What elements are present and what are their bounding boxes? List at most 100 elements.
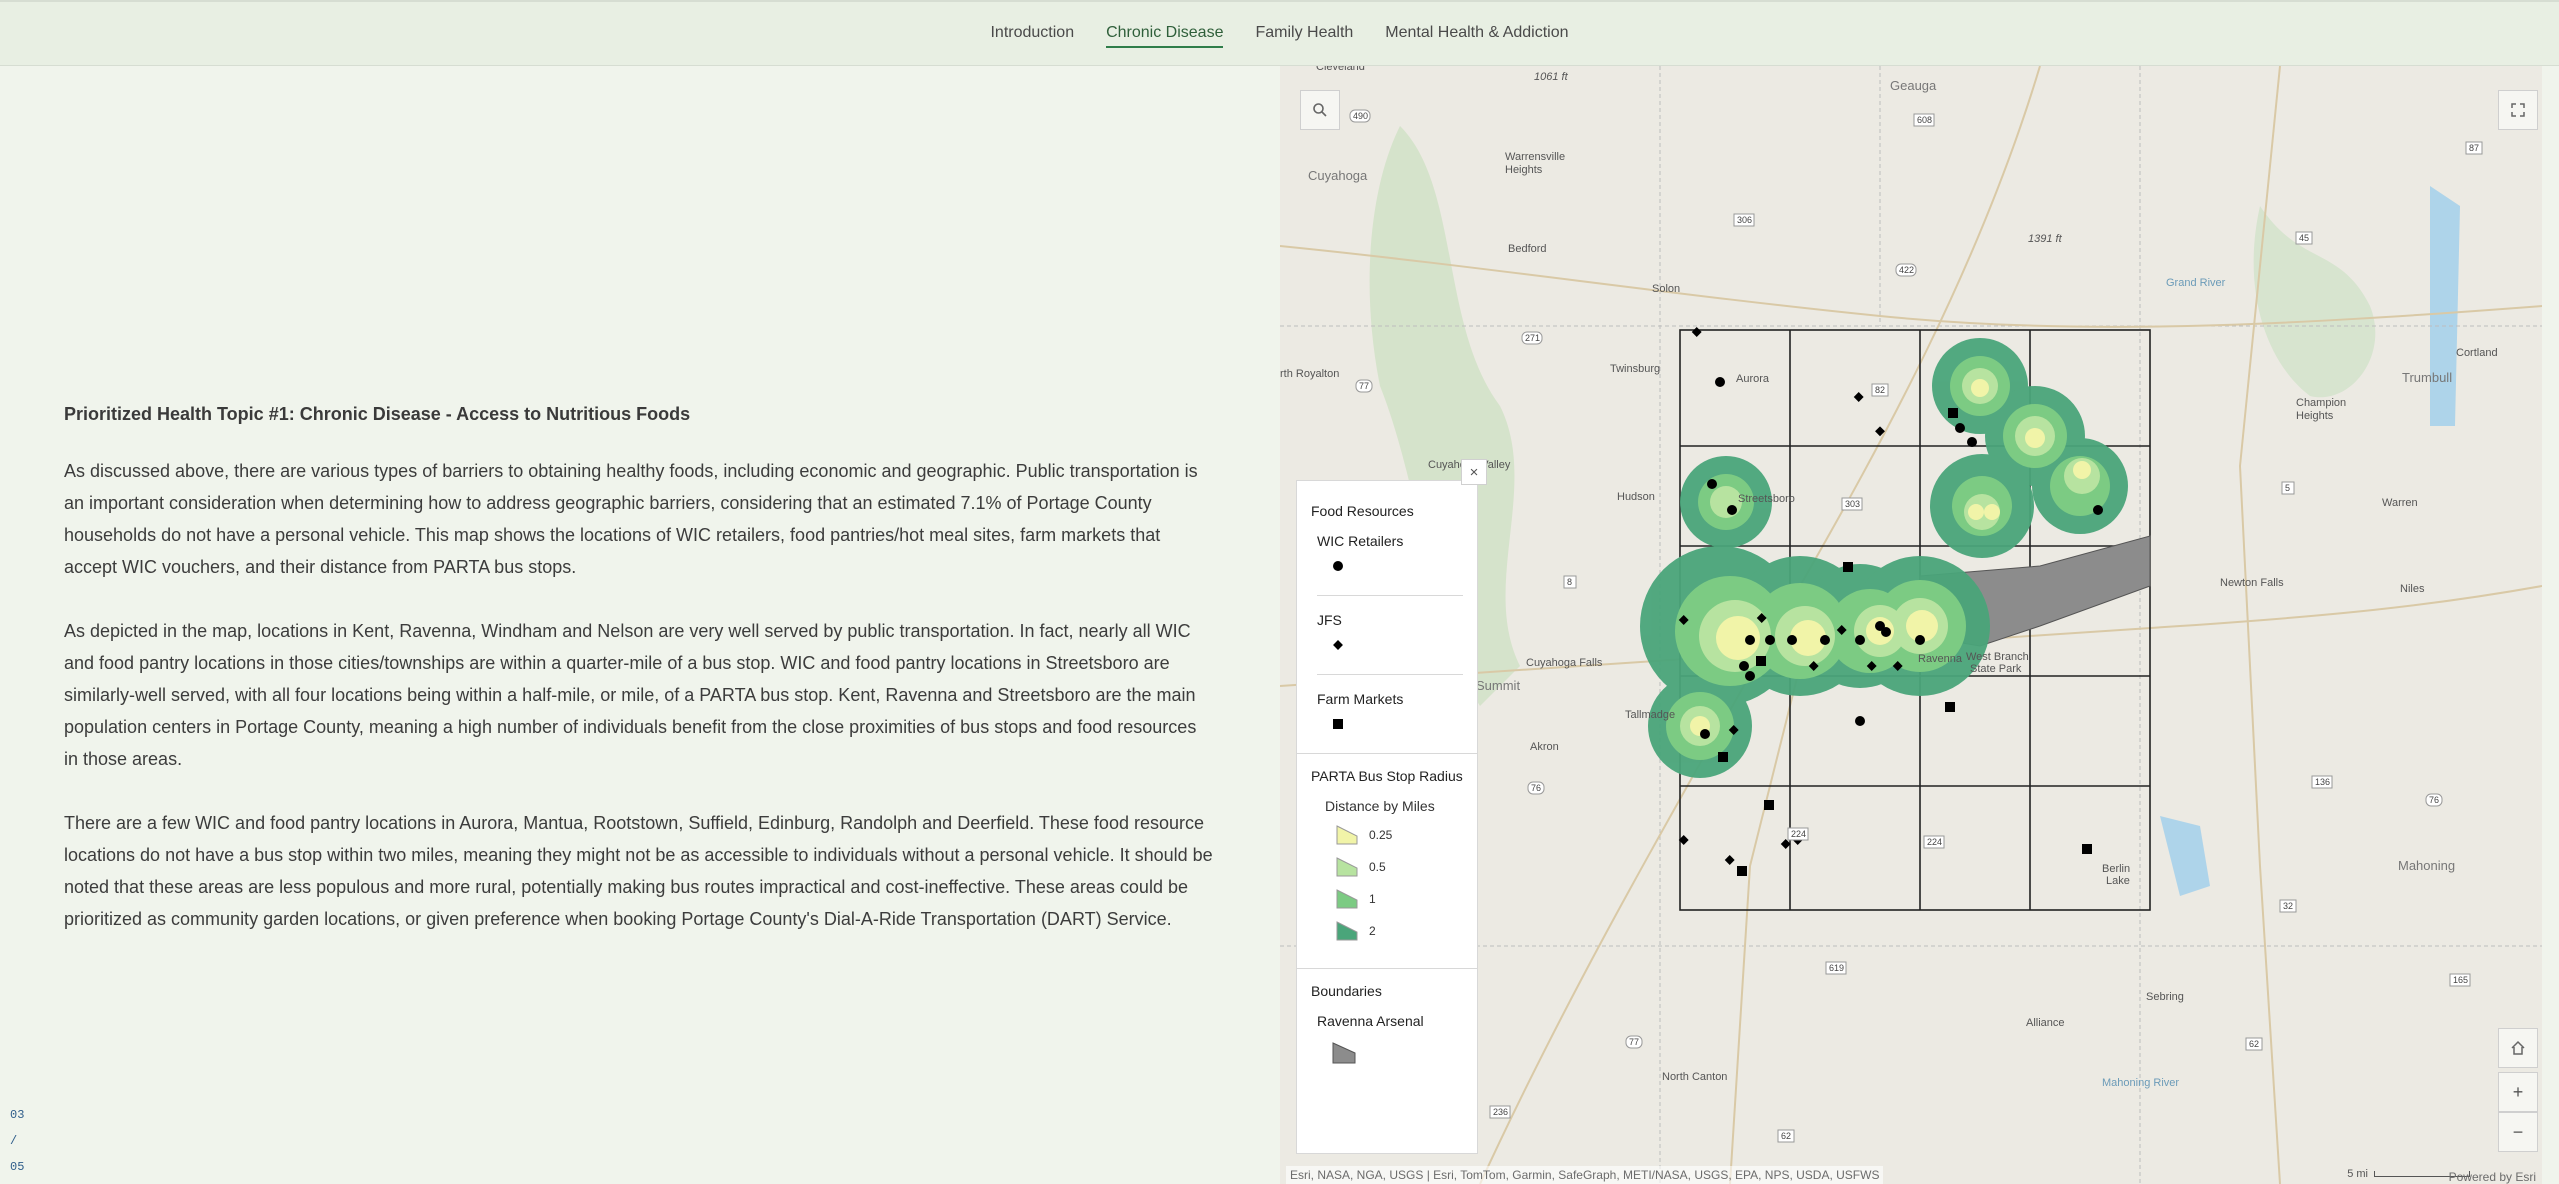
paragraph-3: There are a few WIC and food pantry loca… [64, 813, 1213, 929]
svg-text:8: 8 [1567, 577, 1572, 587]
svg-text:224: 224 [1927, 837, 1942, 847]
paragraph-2: As depicted in the map, locations in Ken… [64, 621, 1197, 769]
legend-close-button[interactable]: × [1461, 459, 1487, 485]
svg-text:Cleveland: Cleveland [1316, 66, 1365, 73]
legend-divider [1317, 595, 1463, 596]
radius-item-1: 1 [1335, 888, 1477, 910]
jfs-diamond-symbol [1331, 638, 1477, 654]
legend-food-title: Food Resources [1311, 503, 1414, 519]
svg-text:77: 77 [1629, 1037, 1639, 1047]
scale-label: 5 mi [2347, 1168, 2368, 1180]
svg-text:306: 306 [1737, 215, 1752, 225]
svg-text:Sebring: Sebring [2146, 991, 2184, 1003]
svg-text:619: 619 [1829, 963, 1844, 973]
powered-by[interactable]: Powered by Esri [2449, 1170, 2536, 1184]
map-search-button[interactable] [1300, 90, 1340, 130]
svg-text:West Branch: West Branch [1966, 651, 2029, 663]
svg-text:Grand River: Grand River [2166, 277, 2226, 289]
svg-text:608: 608 [1917, 115, 1932, 125]
svg-text:271: 271 [1525, 333, 1540, 343]
svg-text:Heights: Heights [2296, 410, 2334, 422]
map-expand-button[interactable] [2498, 90, 2538, 130]
svg-text:45: 45 [2299, 233, 2309, 243]
svg-text:Mahoning River: Mahoning River [2102, 1077, 2179, 1089]
nav-tabs: Introduction Chronic Disease Family Heal… [990, 20, 1569, 48]
home-icon [2511, 1040, 2525, 1055]
legend-arsenal-label: Ravenna Arsenal [1317, 1013, 1424, 1029]
narrative-panel: Prioritized Health Topic #1: Chronic Dis… [64, 404, 1214, 967]
svg-text:Hudson: Hudson [1617, 491, 1655, 503]
radius-swatch [1336, 889, 1358, 909]
svg-text:236: 236 [1493, 1107, 1508, 1117]
tab-family-health[interactable]: Family Health [1255, 20, 1353, 48]
radius-label: 1 [1369, 892, 1376, 906]
wic-circle-symbol [1331, 559, 1477, 575]
svg-text:Newton Falls: Newton Falls [2220, 577, 2284, 589]
radius-swatch [1336, 857, 1358, 877]
tab-mental-health-addiction[interactable]: Mental Health & Addiction [1385, 20, 1568, 48]
legend-boundaries-title: Boundaries [1311, 983, 1382, 999]
zoom-out-button[interactable]: − [2498, 1112, 2538, 1152]
map-home-button[interactable] [2498, 1028, 2538, 1068]
zoom-in-button[interactable]: + [2498, 1072, 2538, 1112]
expand-icon [2511, 103, 2525, 117]
svg-text:Tallmadge: Tallmadge [1625, 709, 1675, 721]
svg-text:Champion: Champion [2296, 397, 2346, 409]
radius-swatch [1336, 921, 1358, 941]
svg-text:Ravenna: Ravenna [1918, 653, 1963, 665]
svg-text:Bedford: Bedford [1508, 243, 1547, 255]
svg-text:5: 5 [2285, 483, 2290, 493]
svg-text:Trumbull: Trumbull [2402, 370, 2452, 385]
svg-text:Summit: Summit [1476, 678, 1520, 693]
svg-text:1391 ft: 1391 ft [2028, 233, 2063, 245]
svg-text:32: 32 [2283, 901, 2293, 911]
svg-text:62: 62 [2249, 1039, 2259, 1049]
tab-chronic-disease[interactable]: Chronic Disease [1106, 20, 1224, 48]
svg-text:136: 136 [2315, 777, 2330, 787]
legend-radius-title: PARTA Bus Stop Radius [1311, 768, 1463, 784]
legend-divider [1317, 674, 1463, 675]
legend-section-divider [1297, 753, 1477, 754]
svg-text:rth Royalton: rth Royalton [1280, 368, 1339, 380]
pager-separator: / [10, 1134, 18, 1148]
legend-section-divider [1297, 968, 1477, 969]
legend-farm-label: Farm Markets [1317, 691, 1404, 707]
svg-text:76: 76 [1531, 783, 1541, 793]
svg-text:Warren: Warren [2382, 497, 2418, 509]
svg-text:State Park: State Park [1970, 663, 2022, 675]
svg-text:76: 76 [2429, 795, 2439, 805]
svg-text:165: 165 [2453, 975, 2468, 985]
map-attribution: Esri, NASA, NGA, USGS | Esri, TomTom, Ga… [1286, 1166, 1884, 1184]
svg-text:Alliance: Alliance [2026, 1017, 2065, 1029]
radius-label: 0.25 [1369, 828, 1393, 842]
top-nav: Introduction Chronic Disease Family Heal… [0, 0, 2559, 66]
tab-introduction[interactable]: Introduction [990, 20, 1074, 48]
svg-text:Aurora: Aurora [1736, 373, 1770, 385]
svg-text:Solon: Solon [1652, 283, 1680, 295]
farm-square-symbol [1331, 717, 1477, 733]
pager-current: 03 [10, 1108, 25, 1122]
radius-item-025: 0.25 [1335, 824, 1477, 846]
svg-text:303: 303 [1845, 499, 1860, 509]
svg-text:North Canton: North Canton [1662, 1071, 1727, 1083]
legend-wic-label: WIC Retailers [1317, 533, 1404, 549]
svg-text:Cortland: Cortland [2456, 347, 2498, 359]
svg-text:224: 224 [1791, 829, 1806, 839]
svg-text:82: 82 [1875, 385, 1885, 395]
svg-text:Warrensville: Warrensville [1505, 151, 1565, 163]
paragraph-1: As discussed above, there are various ty… [64, 461, 1198, 577]
svg-text:Akron: Akron [1530, 741, 1559, 753]
radius-swatch [1336, 825, 1358, 845]
svg-text:Geauga: Geauga [1890, 78, 1937, 93]
section-heading: Prioritized Health Topic #1: Chronic Dis… [64, 404, 691, 424]
svg-text:62: 62 [1781, 1131, 1791, 1141]
legend-radius-sub: Distance by Miles [1325, 798, 1435, 814]
svg-text:Streetsboro: Streetsboro [1738, 493, 1795, 505]
search-icon [1313, 103, 1327, 117]
legend-jfs-label: JFS [1317, 612, 1342, 628]
svg-text:Cuyahoga: Cuyahoga [1308, 168, 1368, 183]
svg-text:490: 490 [1353, 111, 1368, 121]
slide-pager: 03 / 05 [10, 1102, 24, 1180]
svg-text:Heights: Heights [1505, 164, 1543, 176]
svg-text:Niles: Niles [2400, 583, 2425, 595]
